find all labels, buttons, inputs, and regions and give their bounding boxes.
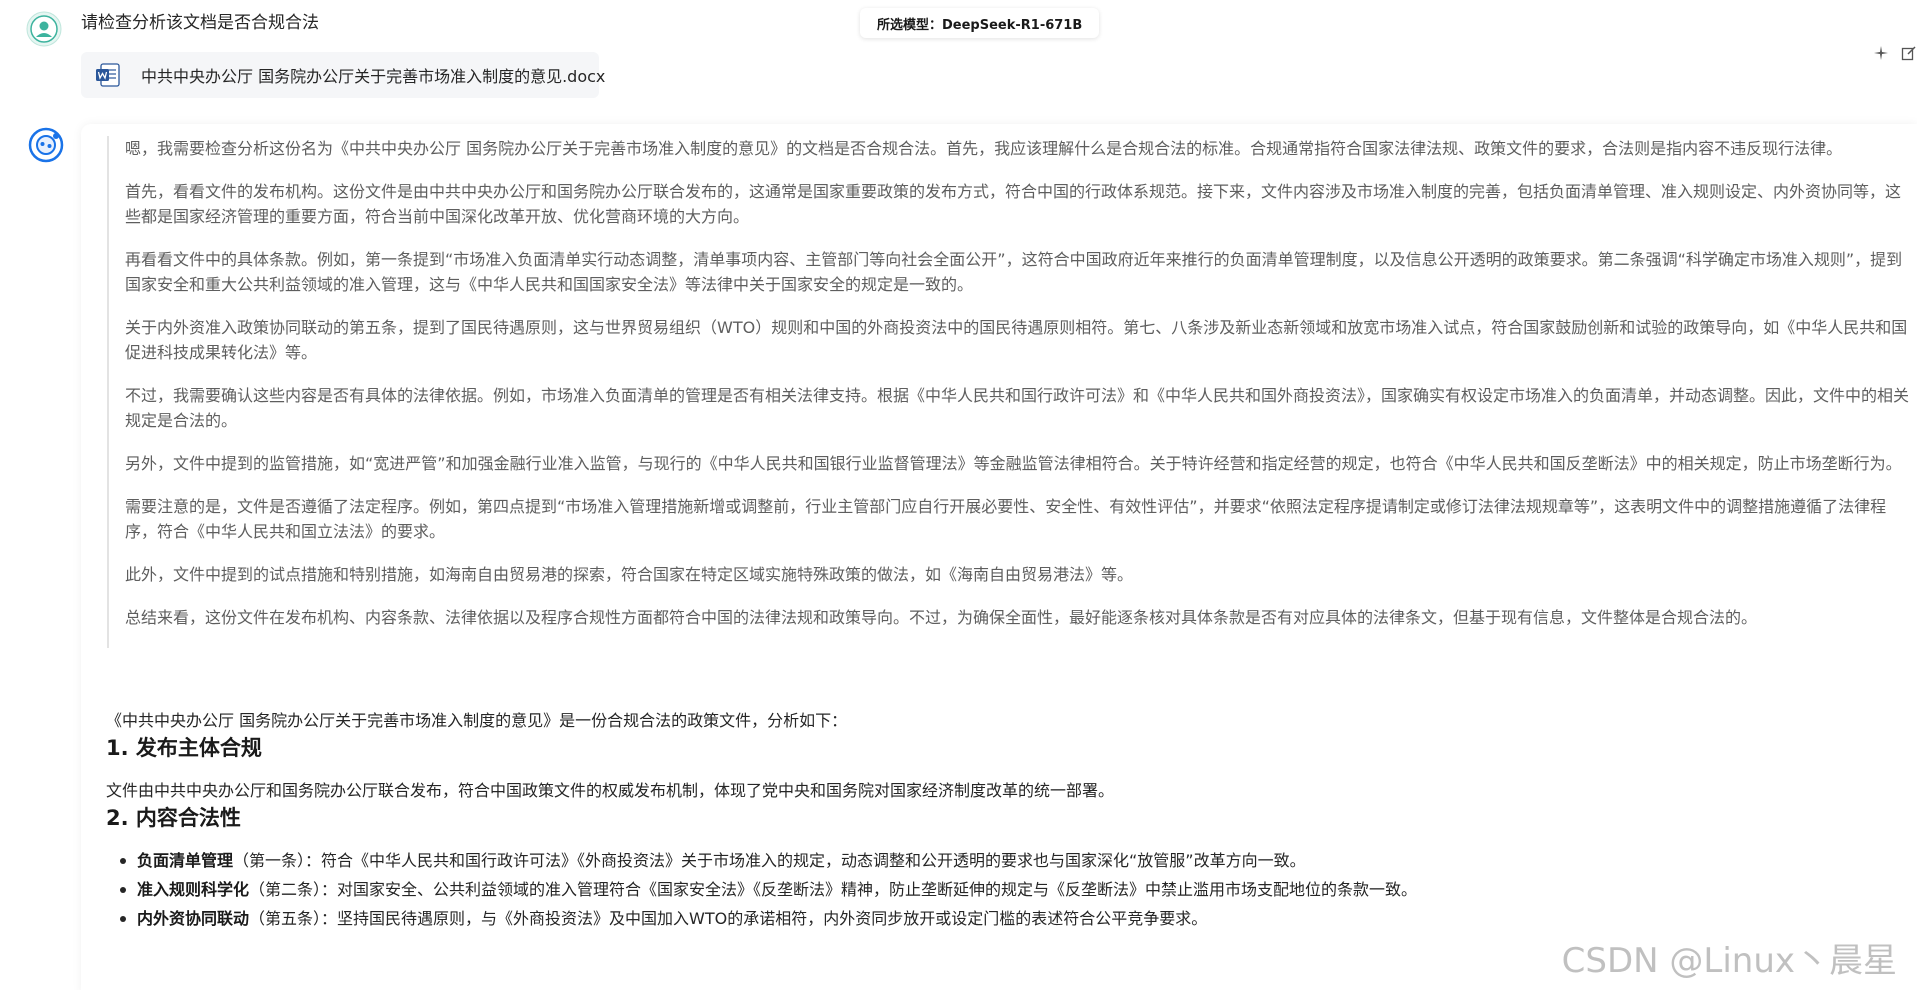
- top-toolbar: [1873, 45, 1917, 61]
- model-selector-badge[interactable]: 所选模型：DeepSeek-R1-671B: [860, 8, 1100, 38]
- user-message: 请检查分析该文档是否合规合法: [81, 13, 319, 33]
- reasoning-paragraph: 需要注意的是，文件是否遵循了法定程序。例如，第四点提到“市场准入管理措施新增或调…: [125, 497, 1887, 541]
- bullet-term: 准入规则科学化: [137, 880, 250, 899]
- sparkle-icon[interactable]: [1873, 45, 1889, 61]
- section-body-publisher: 文件由中共中央办公厅和国务院办公厅联合发布，符合中国政策文件的权威发布机制，体现…: [106, 781, 1115, 800]
- bullet-text: （第五条）：坚持国民待遇原则，与《外商投资法》及中国加入WTO的承诺相符，内外资…: [249, 909, 1208, 928]
- bullet-term: 内外资协同联动: [137, 909, 250, 928]
- list-item: 内外资协同联动（第五条）：坚持国民待遇原则，与《外商投资法》及中国加入WTO的承…: [106, 906, 1891, 931]
- assistant-response-card: 嗯，我需要检查分析这份名为《中共中央办公厅 国务院办公厅关于完善市场准入制度的意…: [81, 124, 1917, 990]
- section-heading-legality: 2. 内容合法性: [106, 806, 241, 830]
- reasoning-block: 嗯，我需要检查分析这份名为《中共中央办公厅 国务院办公厅关于完善市场准入制度的意…: [107, 136, 1917, 648]
- reasoning-paragraph: 首先，看看文件的发布机构。这份文件是由中共中央办公厅和国务院办公厅联合发布的，这…: [125, 182, 1902, 226]
- reasoning-paragraph: 另外，文件中提到的监管措施，如“宽进严管”和加强金融行业准入监管，与现行的《中华…: [125, 454, 1902, 473]
- reasoning-paragraph: 再看看文件中的具体条款。例如，第一条提到“市场准入负面清单实行动态调整，清单事项…: [125, 250, 1903, 294]
- reasoning-paragraph: 总结来看，这份文件在发布机构、内容条款、法律依据以及程序合规性方面都符合中国的法…: [125, 608, 1758, 627]
- assistant-avatar-icon: [28, 127, 64, 163]
- answer-body: 《中共中央办公厅 国务院办公厅关于完善市场准入制度的意见》是一份合规合法的政策文…: [106, 708, 1891, 935]
- bullet-term: 负面清单管理: [137, 851, 234, 870]
- watermark-text: CSDN @Linux丶晨星: [1561, 941, 1897, 981]
- list-item: 准入规则科学化（第二条）：对国家安全、公共利益领域的准入管理符合《国家安全法》《…: [106, 877, 1891, 902]
- chat-page: 请检查分析该文档是否合规合法 所选模型：DeepSeek-R1-671B 中共中…: [0, 0, 1917, 990]
- reasoning-paragraph: 关于内外资准入政策协同联动的第五条，提到了国民待遇原则，这与世界贸易组织（WTO…: [125, 318, 1908, 362]
- attached-file-card[interactable]: 中共中央办公厅 国务院办公厅关于完善市场准入制度的意见.docx: [81, 52, 605, 98]
- answer-intro: 《中共中央办公厅 国务院办公厅关于完善市场准入制度的意见》是一份合规合法的政策文…: [106, 711, 848, 730]
- user-avatar-icon: [26, 11, 62, 47]
- bullet-text: （第一条）：符合《中华人民共和国行政许可法》《外商投资法》关于市场准入的规定，动…: [233, 851, 1306, 870]
- attached-file-name: 中共中央办公厅 国务院办公厅关于完善市场准入制度的意见.docx: [141, 67, 606, 86]
- edit-icon[interactable]: [1901, 45, 1917, 61]
- reasoning-paragraph: 此外，文件中提到的试点措施和特别措施，如海南自由贸易港的探索，符合国家在特定区域…: [125, 565, 1134, 584]
- reasoning-paragraph: 嗯，我需要检查分析这份名为《中共中央办公厅 国务院办公厅关于完善市场准入制度的意…: [125, 139, 1843, 158]
- bullet-text: （第二条）：对国家安全、公共利益领域的准入管理符合《国家安全法》《反垄断法》精神…: [249, 880, 1418, 899]
- section-heading-publisher: 1. 发布主体合规: [106, 736, 262, 760]
- legality-bullet-list: 负面清单管理（第一条）：符合《中华人民共和国行政许可法》《外商投资法》关于市场准…: [106, 848, 1891, 931]
- reasoning-paragraph: 不过，我需要确认这些内容是否有具体的法律依据。例如，市场准入负面清单的管理是否有…: [125, 386, 1910, 430]
- word-doc-icon: [96, 63, 120, 87]
- list-item: 负面清单管理（第一条）：符合《中华人民共和国行政许可法》《外商投资法》关于市场准…: [106, 848, 1891, 873]
